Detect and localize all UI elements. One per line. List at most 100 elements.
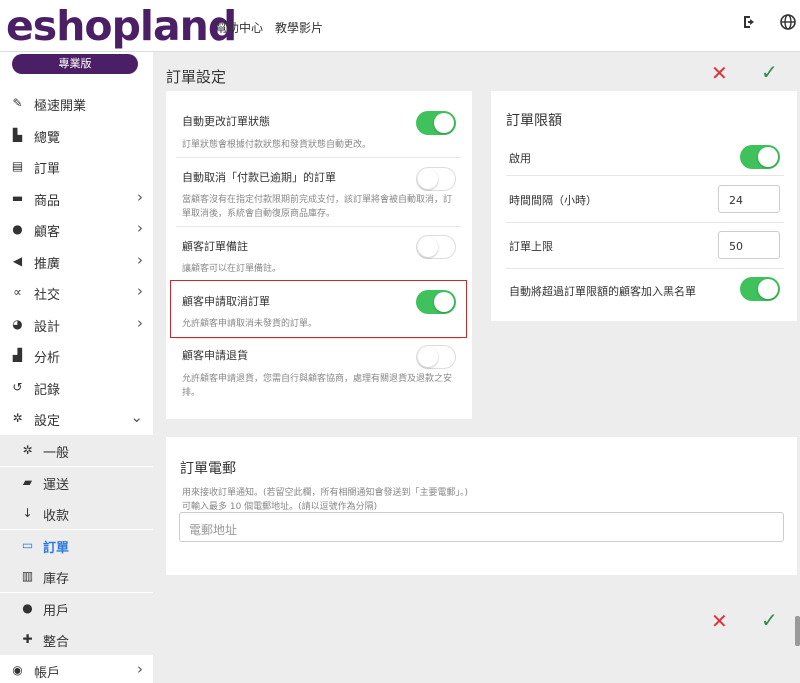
sidebar-item[interactable]: ✎ 極速開業: [0, 88, 153, 119]
setting-title: 自動取消「付款已逾期」的訂單: [182, 171, 336, 184]
gears-icon: ✲: [12, 411, 23, 425]
sidebar-item-label: 極速開業: [34, 99, 87, 114]
divider: [506, 222, 784, 223]
sidebar-item[interactable]: ∝ 社交 ›: [0, 277, 153, 308]
sidebar-item-label: 分析: [34, 351, 61, 366]
sidebar-item-label: 收款: [43, 509, 70, 524]
setting-title: 自動更改訂單狀態: [182, 115, 270, 128]
setting-title: 顧客申請退貨: [182, 349, 248, 362]
user-circle-icon: ◉: [12, 663, 23, 677]
sidebar-item-label: 整合: [43, 635, 70, 650]
enable-toggle[interactable]: [740, 145, 780, 169]
sidebar-item[interactable]: ✲ 設定 ⌄: [0, 403, 153, 434]
sidebar-item[interactable]: ✲ 一般: [0, 435, 153, 466]
chevron-down-icon: ⌄: [130, 408, 143, 426]
dashboard-icon: ▙: [12, 127, 23, 142]
setting-toggle[interactable]: [416, 235, 456, 259]
sidebar-item[interactable]: ◀ 推廣 ›: [0, 246, 153, 277]
sidebar-item[interactable]: ▭ 訂單: [0, 529, 153, 561]
page-title: 訂單設定: [166, 68, 227, 86]
sidebar-item-label: 設定: [34, 414, 61, 429]
setting-title: 顧客訂單備註: [182, 240, 248, 253]
sidebar-item-label: 帳戶: [34, 666, 61, 681]
order-email-desc: 用來接收訂單通知。(若留空此欄，所有相關通知會發送到「主要電郵」。): [182, 488, 469, 498]
share-icon: ∝: [13, 285, 22, 299]
confirm-icon[interactable]: ✓: [761, 62, 778, 82]
wand-icon: ✎: [12, 96, 23, 110]
max-orders-input[interactable]: 50: [718, 231, 780, 259]
sidebar-item[interactable]: ▬ 商品 ›: [0, 183, 153, 214]
chevron-right-icon: ›: [137, 282, 143, 300]
sidebar-item[interactable]: ● 用戶: [0, 592, 153, 624]
sidebar-item[interactable]: ▰ 運送: [0, 466, 153, 498]
order-limit-title: 訂單限額: [506, 113, 562, 129]
setting-description: 讓顧客可以在訂單備註。: [182, 264, 282, 274]
sidebar-item[interactable]: ↺ 記錄: [0, 372, 153, 403]
max-orders-label: 訂單上限: [509, 240, 553, 253]
sidebar-item-label: 訂單: [34, 162, 61, 177]
sidebar-item[interactable]: ◉ 帳戶 ›: [0, 655, 153, 683]
user-icon: ●: [22, 600, 33, 615]
logout-icon[interactable]: [740, 14, 760, 36]
sidebar-item-label: 商品: [34, 193, 61, 209]
setting-toggle[interactable]: [416, 167, 456, 191]
divider: [506, 268, 784, 269]
setting-description: 允許顧客申請退貨，您需自行與顧客協商，處理有關退貨及退款之安排。: [182, 374, 453, 398]
sidebar-item[interactable]: ▟ 分析: [0, 340, 153, 371]
blacklist-label: 自動將超過訂單限額的顧客加入黑名單: [509, 285, 696, 298]
chevron-right-icon: ›: [137, 219, 143, 237]
gear-icon: ✲: [22, 443, 33, 457]
top-header: eshopland 幫助中心 教學影片: [0, 0, 800, 52]
cancel-icon-bottom[interactable]: ✕: [711, 611, 728, 631]
order-email-limit-desc: 可輸入最多 10 個電郵地址。(請以逗號作為分隔): [182, 502, 378, 512]
money-bill-icon: ▭: [21, 537, 34, 552]
cancel-icon[interactable]: ✕: [711, 63, 728, 83]
divider: [176, 226, 461, 227]
megaphone-icon: ◀: [12, 253, 23, 268]
sidebar-item-label: 社交: [34, 288, 61, 303]
globe-icon[interactable]: [778, 14, 798, 36]
logo[interactable]: eshopland: [6, 2, 237, 50]
sidebar-item-label: 推廣: [34, 256, 61, 272]
chevron-right-icon: ›: [137, 187, 143, 206]
sidebar-item[interactable]: ✚ 整合: [0, 624, 153, 655]
divider: [176, 338, 461, 339]
chevron-right-icon: ›: [137, 660, 143, 678]
sidebar-item[interactable]: ↓ 收款: [0, 498, 153, 529]
chart-icon: ▟: [12, 348, 23, 362]
sidebar-item-label: 總覽: [34, 130, 61, 146]
order-email-title: 訂單電郵: [180, 461, 236, 477]
sidebar-item-label: 記錄: [34, 382, 61, 398]
sidebar-item-label: 運送: [43, 477, 70, 493]
sidebar-item[interactable]: ▤ 訂單: [0, 151, 153, 182]
chevron-right-icon: ›: [137, 250, 143, 269]
user-icon: ●: [12, 222, 23, 236]
interval-label: 時間間隔（小時）: [509, 194, 597, 207]
highlight-box: [170, 280, 467, 338]
sidebar-item[interactable]: ◕ 設計 ›: [0, 309, 153, 340]
enable-label: 啟用: [509, 152, 531, 165]
sidebar-item[interactable]: ▥ 庫存: [0, 561, 153, 592]
sidebar-item[interactable]: ● 顧客 ›: [0, 214, 153, 245]
truck-icon: ▰: [22, 474, 33, 489]
setting-toggle[interactable]: [416, 111, 456, 135]
confirm-icon-bottom[interactable]: ✓: [761, 610, 778, 630]
setting-toggle[interactable]: [416, 345, 456, 369]
file-dollar-icon: ▤: [11, 159, 24, 173]
interval-input[interactable]: 24: [718, 185, 780, 213]
email-input[interactable]: 電郵地址: [179, 512, 784, 542]
sidebar-item-label: 訂單: [43, 540, 70, 556]
hand-money-icon: ↓: [22, 506, 33, 520]
box-icon: ▬: [11, 190, 24, 205]
help-center-link[interactable]: 幫助中心: [215, 19, 263, 36]
sidebar-item-label: 庫存: [43, 572, 70, 587]
palette-icon: ◕: [12, 316, 23, 331]
setting-description: 訂單狀態會根據付款狀態和發貨狀態自動更改。: [182, 140, 372, 150]
blacklist-toggle[interactable]: [740, 277, 780, 301]
plan-badge: 專業版: [12, 54, 138, 74]
tutorial-videos-link[interactable]: 教學影片: [275, 19, 323, 36]
scrollbar[interactable]: [795, 616, 800, 646]
setting-description: 當顧客沒有在指定付款限期前完成支付，該訂單將會被自動取消，訂單取消後，系統會自動…: [182, 195, 453, 219]
chevron-right-icon: ›: [137, 313, 143, 332]
sidebar-item[interactable]: ▙ 總覽: [0, 120, 153, 151]
